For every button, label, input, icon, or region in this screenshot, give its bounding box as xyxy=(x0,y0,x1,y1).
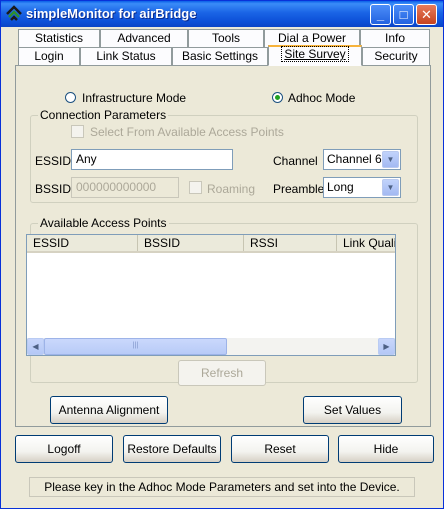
app-logo-icon xyxy=(6,5,22,21)
column-header-link-quality[interactable]: Link Quality xyxy=(337,235,395,251)
bssid-label: BSSID xyxy=(35,182,72,196)
adhoc-mode-label[interactable]: Adhoc Mode xyxy=(288,91,355,105)
tab-label: Statistics xyxy=(34,31,83,45)
app-window: simpleMonitor for airBridge _ □ ✕ Statis… xyxy=(0,0,444,509)
list-header: ESSID BSSID RSSI Link Quality xyxy=(27,235,395,253)
select-from-ap-checkbox[interactable] xyxy=(71,125,84,138)
tab-label: Basic Settings xyxy=(181,49,259,63)
roaming-checkbox[interactable] xyxy=(189,181,202,194)
tab-statistics[interactable]: Statistics xyxy=(18,29,100,47)
horizontal-scrollbar[interactable]: ◀ ||| ▶ xyxy=(27,338,395,355)
reset-button[interactable]: Reset xyxy=(231,435,329,463)
scroll-right-icon[interactable]: ▶ xyxy=(378,338,395,355)
bssid-input[interactable]: 000000000000 xyxy=(71,177,179,198)
chevron-down-icon[interactable]: ▼ xyxy=(382,179,399,196)
infrastructure-mode-radio[interactable] xyxy=(65,92,76,103)
access-points-list[interactable]: ESSID BSSID RSSI Link Quality ◀ ||| ▶ xyxy=(26,234,396,356)
adhoc-mode-radio[interactable] xyxy=(272,92,283,103)
maximize-icon[interactable]: □ xyxy=(393,4,414,25)
title-bar[interactable]: simpleMonitor for airBridge _ □ ✕ xyxy=(1,1,443,27)
infrastructure-mode-label[interactable]: Infrastructure Mode xyxy=(82,91,186,105)
close-icon[interactable]: ✕ xyxy=(416,4,437,25)
scrollbar-thumb[interactable]: ||| xyxy=(44,338,227,355)
tab-login[interactable]: Login xyxy=(18,47,80,65)
channel-value: Channel 6 xyxy=(327,152,382,166)
tab-label: Security xyxy=(374,49,418,63)
column-header-bssid[interactable]: BSSID xyxy=(138,235,244,251)
restore-defaults-button[interactable]: Restore Defaults xyxy=(123,435,221,463)
tab-security[interactable]: Security xyxy=(362,47,430,65)
tab-label: Link Status xyxy=(96,49,156,63)
minimize-icon[interactable]: _ xyxy=(370,4,391,25)
chevron-down-icon[interactable]: ▼ xyxy=(382,151,399,168)
logoff-button[interactable]: Logoff xyxy=(15,435,113,463)
antenna-alignment-button[interactable]: Antenna Alignment xyxy=(50,396,168,424)
column-header-essid[interactable]: ESSID xyxy=(27,235,138,251)
window-title: simpleMonitor for airBridge xyxy=(26,6,197,21)
tab-basic-settings[interactable]: Basic Settings xyxy=(172,47,268,65)
tab-label: Tools xyxy=(211,31,240,45)
connection-parameters-group: Connection Parameters Select From Availa… xyxy=(30,108,418,203)
tab-label: Login xyxy=(34,49,64,63)
status-bar: Please key in the Adhoc Mode Parameters … xyxy=(29,477,415,497)
available-access-points-title: Available Access Points xyxy=(38,216,169,230)
essid-label: ESSID xyxy=(35,154,72,168)
column-header-rssi[interactable]: RSSI xyxy=(244,235,337,251)
tab-label: Dial a Power xyxy=(277,31,347,45)
connection-parameters-title: Connection Parameters xyxy=(38,108,169,122)
refresh-button[interactable]: Refresh xyxy=(178,360,266,386)
essid-input[interactable]: Any xyxy=(71,149,233,170)
select-from-ap-label: Select From Available Access Points xyxy=(90,125,284,139)
site-survey-panel: Infrastructure Mode Adhoc Mode Connectio… xyxy=(15,65,431,427)
tab-advanced[interactable]: Advanced xyxy=(100,29,188,47)
tab-label: Advanced xyxy=(117,31,171,45)
preamble-label: Preamble xyxy=(273,182,325,196)
tab-label: Site Survey xyxy=(281,46,349,62)
tab-info[interactable]: Info xyxy=(360,29,430,47)
tab-label: Info xyxy=(384,31,405,45)
set-values-button[interactable]: Set Values xyxy=(303,396,402,424)
preamble-value: Long xyxy=(327,180,354,194)
tab-link-status[interactable]: Link Status xyxy=(80,47,172,65)
scroll-left-icon[interactable]: ◀ xyxy=(27,338,44,355)
roaming-label: Roaming xyxy=(207,182,256,196)
tab-tools[interactable]: Tools xyxy=(188,29,264,47)
channel-select[interactable]: Channel 6 ▼ xyxy=(323,149,401,170)
tab-site-survey[interactable]: Site Survey xyxy=(268,45,362,66)
channel-label: Channel xyxy=(273,154,318,168)
preamble-select[interactable]: Long ▼ xyxy=(323,177,401,198)
hide-button[interactable]: Hide xyxy=(338,435,434,463)
